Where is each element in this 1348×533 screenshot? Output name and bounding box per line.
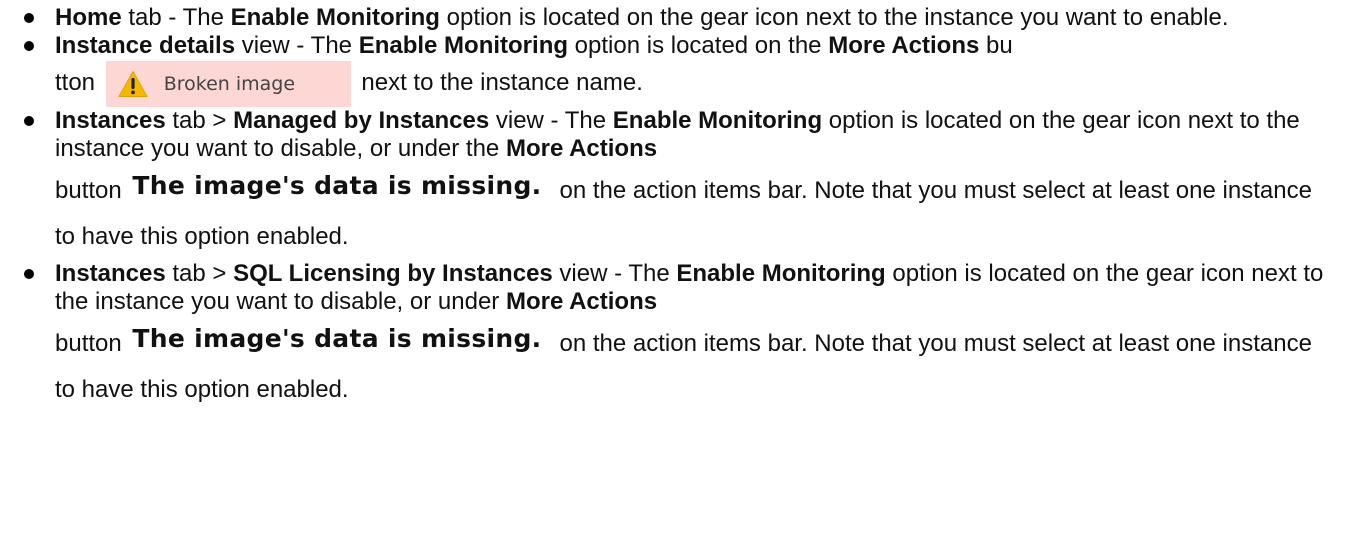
document: Home tab - The Enable Monitoring option …: [0, 0, 1348, 413]
broken-image-label: Broken image: [163, 73, 296, 95]
term-enable-monitoring: Enable Monitoring: [612, 107, 823, 134]
text: view - The: [235, 32, 359, 59]
text: button: [55, 177, 122, 204]
missing-image-placeholder: The image's data is missing.: [132, 324, 542, 353]
text: view - The: [489, 107, 613, 134]
term-enable-monitoring: Enable Monitoring: [676, 260, 886, 287]
term-home: Home: [55, 4, 122, 31]
warning-icon: [118, 71, 148, 97]
text: next to the instance name.: [361, 69, 643, 96]
term-sql-licensing-by-instances: SQL Licensing by Instances: [233, 260, 553, 287]
term-instances: Instances: [55, 107, 166, 134]
bullet-icon: [24, 116, 34, 126]
list-item: Home tab - The Enable Monitoring option …: [0, 4, 1348, 32]
text: tab >: [165, 260, 234, 287]
term-more-actions: More Actions: [828, 32, 980, 59]
text: option is located on the: [568, 32, 829, 59]
text: tab >: [165, 107, 234, 134]
text: button: [55, 330, 122, 357]
term-enable-monitoring: Enable Monitoring: [358, 32, 569, 59]
missing-image-placeholder: The image's data is missing.: [132, 171, 542, 200]
text: tton: [55, 69, 96, 96]
bullet-icon: [24, 269, 34, 279]
list-item: Instances tab > SQL Licensing by Instanc…: [0, 260, 1348, 413]
term-more-actions: More Actions: [505, 135, 658, 162]
bullet-icon: [24, 41, 34, 51]
list-item: Instance details view - The Enable Monit…: [0, 32, 1348, 107]
text: bu: [979, 32, 1013, 59]
broken-image-placeholder: Broken image: [105, 61, 351, 107]
term-more-actions: More Actions: [505, 288, 658, 315]
term-enable-monitoring: Enable Monitoring: [230, 4, 440, 31]
term-managed-by-instances: Managed by Instances: [233, 107, 490, 134]
text: view - The: [552, 260, 677, 287]
bullet-list: Home tab - The Enable Monitoring option …: [0, 4, 1348, 413]
text: option is located on the gear icon next …: [439, 4, 1229, 31]
text: tab - The: [121, 4, 231, 31]
term-instance-details: Instance details: [55, 32, 236, 59]
term-instances: Instances: [55, 260, 166, 287]
list-item: Instances tab > Managed by Instances vie…: [0, 107, 1348, 260]
bullet-icon: [24, 13, 34, 23]
